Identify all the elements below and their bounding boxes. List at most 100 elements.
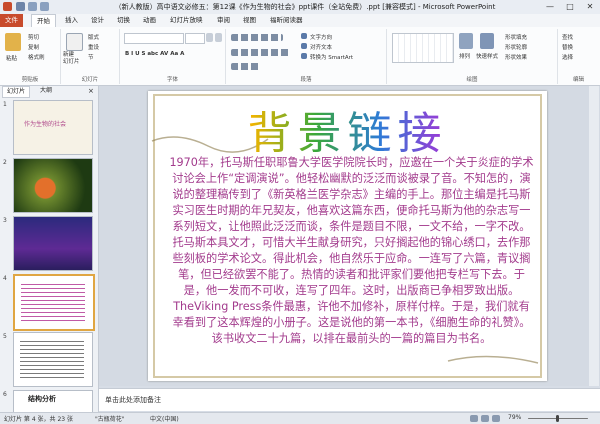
slide-count: 幻灯片 第 4 张，共 23 张 (4, 416, 73, 423)
text-direction-button[interactable]: 文字方向 (310, 33, 332, 41)
tab-transitions[interactable]: 切换 (112, 14, 135, 27)
font-label: 字体 (166, 77, 178, 83)
notes-pane[interactable]: 单击此处添加备注 (99, 388, 600, 411)
slide-thumbnail-5[interactable] (13, 332, 93, 387)
window-title: （新人教版）高中语文必修五：第12课《作为生物的社会》ppt课件（全站免费）.p… (114, 3, 496, 11)
thumb-number: 6 (3, 391, 7, 398)
clipboard-label: 剪贴板 (21, 77, 39, 83)
close-pane-icon[interactable]: × (84, 86, 98, 96)
tab-slides-pane[interactable]: 幻灯片 (2, 86, 31, 98)
grow-font-icon[interactable] (206, 33, 213, 42)
normal-view-icon[interactable] (470, 415, 478, 422)
cut-button[interactable]: 剪切 (28, 33, 39, 41)
tab-slideshow[interactable]: 幻灯片放映 (165, 14, 208, 27)
clipboard-group: 粘贴 剪切 复制 格式刷 剪贴板 (0, 29, 61, 84)
column-buttons[interactable] (231, 63, 261, 70)
shape-effects-button[interactable]: 形状效果 (505, 53, 527, 61)
vertical-scrollbar[interactable] (589, 86, 599, 386)
zoom-level[interactable]: 79% (508, 414, 521, 421)
thumb-number: 1 (3, 101, 7, 108)
paragraph-label: 段落 (300, 77, 312, 83)
find-button[interactable]: 查找 (562, 33, 573, 41)
shape-fill-button[interactable]: 形状填充 (505, 33, 527, 41)
thumb-number: 4 (3, 275, 7, 282)
minimize-button[interactable]: — (540, 0, 560, 13)
thumb-number: 5 (3, 333, 7, 340)
font-group: B I U S abc AV Aa A 字体 (120, 29, 226, 84)
slides-pane: 幻灯片 大纲 × 1 作为生物的社会 2 3 4 5 6 结构分析 (0, 86, 99, 413)
shrink-font-icon[interactable] (215, 33, 222, 42)
ribbon: 粘贴 剪切 复制 格式刷 剪贴板 新建 幻灯片 版式 重设 节 幻灯片 B I … (0, 27, 600, 86)
slide-thumbnail-6[interactable]: 结构分析 (13, 390, 93, 413)
tab-home[interactable]: 开始 (31, 14, 56, 28)
new-slide-button[interactable]: 新建 幻灯片 (63, 52, 80, 66)
undo-icon[interactable] (28, 2, 37, 11)
tab-design[interactable]: 设计 (86, 14, 109, 27)
theme-name: "古瓶荷花" (95, 416, 125, 423)
align-text-icon (301, 43, 307, 49)
slide-sorter-icon[interactable] (481, 415, 489, 422)
shape-outline-button[interactable]: 形状轮廓 (505, 43, 527, 51)
list-buttons[interactable] (231, 34, 283, 41)
align-buttons[interactable] (231, 49, 291, 56)
thumb1-title: 作为生物的社会 (24, 121, 67, 128)
thumb-number: 3 (3, 217, 7, 224)
align-text-button[interactable]: 对齐文本 (310, 43, 332, 51)
paste-icon[interactable] (5, 33, 21, 51)
save-icon[interactable] (16, 2, 25, 11)
font-name-box[interactable] (124, 33, 184, 44)
thumb4-text-lines (21, 284, 85, 324)
tab-outline-pane[interactable]: 大纲 (36, 86, 56, 96)
slide-thumbnail-4[interactable] (13, 274, 95, 331)
font-size-box[interactable] (185, 33, 205, 44)
slide-editor: 背景链接 1970年，托马斯任职耶鲁大学医学院院长时，应邀在一个关于炎症的学术讨… (99, 86, 600, 386)
zoom-slider-thumb[interactable] (556, 415, 559, 422)
format-painter-button[interactable]: 格式刷 (28, 53, 45, 61)
copy-button[interactable]: 复制 (28, 43, 39, 51)
smartart-button[interactable]: 转换为 SmartArt (310, 53, 353, 61)
tab-review[interactable]: 审阅 (212, 14, 235, 27)
tab-view[interactable]: 视图 (238, 14, 261, 27)
paste-button[interactable]: 粘贴 (6, 54, 17, 62)
new-slide-icon[interactable] (66, 33, 83, 51)
smartart-icon (301, 53, 307, 59)
tab-animations[interactable]: 动画 (138, 14, 161, 27)
slide-thumbnail-1[interactable]: 作为生物的社会 (13, 100, 93, 155)
replace-button[interactable]: 替换 (562, 43, 573, 51)
slides-group: 新建 幻灯片 版式 重设 节 幻灯片 (61, 29, 120, 84)
drawing-group: 排列 快速样式 形状填充 形状轮廓 形状效果 绘图 (387, 29, 558, 84)
tab-file[interactable]: 文件 (0, 14, 23, 27)
slides-label: 幻灯片 (81, 77, 99, 83)
slide-title[interactable]: 背景链接 (188, 97, 507, 161)
notes-placeholder[interactable]: 单击此处添加备注 (105, 395, 161, 405)
slide-thumbnail-3[interactable] (13, 216, 93, 271)
status-bar: 幻灯片 第 4 张，共 23 张 "古瓶荷花" 中文(中国) 79% (0, 412, 600, 424)
current-slide[interactable]: 背景链接 1970年，托马斯任职耶鲁大学医学院院长时，应邀在一个关于炎症的学术讨… (148, 91, 547, 381)
tab-insert[interactable]: 插入 (60, 14, 83, 27)
arrange-icon[interactable] (459, 33, 473, 49)
language-status[interactable]: 中文(中国) (150, 414, 179, 423)
maximize-button[interactable]: □ (560, 0, 580, 13)
slide-body-text[interactable]: 1970年，托马斯任职耶鲁大学医学院院长时，应邀在一个关于炎症的学术讨论会上作“… (168, 155, 535, 347)
shapes-gallery[interactable] (392, 33, 454, 63)
slide-thumbnail-2[interactable] (13, 158, 93, 213)
thumb6-title: 结构分析 (28, 395, 56, 403)
close-button[interactable]: ✕ (580, 0, 600, 13)
reading-view-icon[interactable] (492, 415, 500, 422)
arrange-button[interactable]: 排列 (459, 52, 470, 60)
editing-label: 编辑 (572, 77, 584, 83)
section-button[interactable]: 节 (88, 53, 94, 61)
layout-button[interactable]: 版式 (88, 33, 99, 41)
quick-styles-button[interactable]: 快速样式 (476, 52, 498, 60)
select-button[interactable]: 选择 (562, 53, 573, 61)
reset-button[interactable]: 重设 (88, 43, 99, 51)
tab-foxit[interactable]: 福昕阅读器 (265, 14, 308, 27)
font-format-buttons[interactable]: B I U S abc AV Aa A (125, 51, 184, 57)
text-direction-icon (301, 33, 307, 39)
editing-group: 查找 替换 选择 编辑 (558, 29, 599, 84)
paragraph-group: 文字方向 对齐文本 转换为 SmartArt 段落 (226, 29, 387, 84)
redo-icon[interactable] (40, 2, 49, 11)
thumb5-text-lines (20, 341, 84, 379)
quick-styles-icon[interactable] (480, 33, 494, 49)
thumb-number: 2 (3, 159, 7, 166)
